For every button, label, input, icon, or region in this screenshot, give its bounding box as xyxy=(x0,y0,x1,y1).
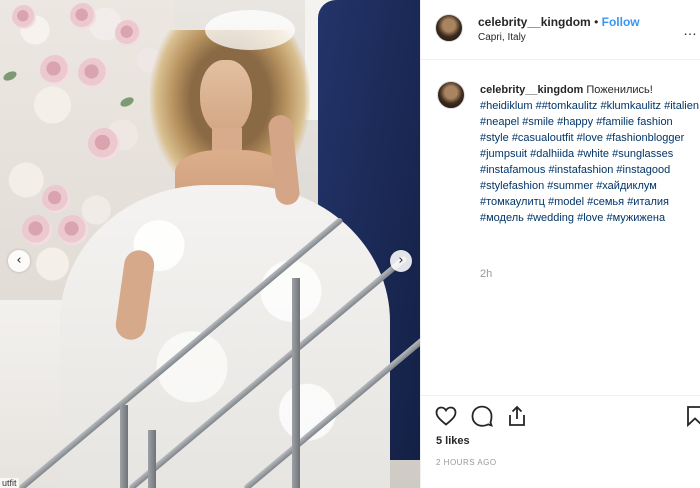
hashtag-link[interactable]: #мужижена xyxy=(606,212,665,224)
rose xyxy=(40,55,70,85)
leaf xyxy=(1,69,19,83)
username-link[interactable]: celebrity__kingdom xyxy=(478,15,591,29)
veil xyxy=(205,10,295,50)
hashtag-link[interactable]: fashion xyxy=(637,116,672,128)
hashtag-link[interactable]: #italien xyxy=(664,100,699,112)
hashtag-link[interactable]: #sunglasses xyxy=(612,148,673,160)
comment-icon[interactable] xyxy=(470,404,494,428)
location-link[interactable]: Capri, Italy xyxy=(478,32,526,43)
hashtag-link[interactable]: #модель xyxy=(480,212,524,224)
hashtag-link[interactable]: #fashionblogger xyxy=(606,132,684,144)
chevron-left-icon: ‹ xyxy=(16,253,22,268)
chevron-right-icon: › xyxy=(398,253,404,268)
hashtag-link[interactable]: #neapel xyxy=(480,116,519,128)
hashtag-link[interactable]: #style xyxy=(480,132,509,144)
post-age: 2 HOURS AGO xyxy=(436,458,497,467)
separator-dot: • xyxy=(594,15,599,29)
hashtag-link[interactable]: #happy xyxy=(557,116,593,128)
hashtag-link[interactable]: #хайдиклум xyxy=(596,180,657,192)
hashtag-link[interactable]: #instafashion xyxy=(549,164,614,176)
hashtag-list: #heidiklum ##tomkaulitz #klumkaulitz #it… xyxy=(480,100,699,224)
hashtag-link[interactable]: #stylefashion xyxy=(480,180,544,192)
rose xyxy=(42,185,70,213)
rose xyxy=(78,58,108,88)
follow-button[interactable]: Follow xyxy=(602,15,640,29)
cropped-text: utfit xyxy=(0,478,19,488)
rail-post xyxy=(148,430,156,488)
rose xyxy=(12,5,36,29)
post-header: celebrity__kingdom • Follow Capri, Italy… xyxy=(421,0,700,60)
hashtag-link[interactable]: #model xyxy=(548,196,584,208)
action-bar: 5 likes 2 HOURS AGO xyxy=(421,395,700,488)
rail-post xyxy=(292,278,300,488)
hashtag-link[interactable]: #love xyxy=(577,212,603,224)
bride-face xyxy=(200,60,252,135)
caption-text: celebrity__kingdom Поженились! #heidiklu… xyxy=(480,82,700,226)
avatar[interactable] xyxy=(435,14,463,42)
header-user-line: celebrity__kingdom • Follow xyxy=(478,15,640,29)
post-photo[interactable]: ‹ › utfit xyxy=(0,0,420,488)
hashtag-link[interactable]: #италия xyxy=(627,196,669,208)
leaf xyxy=(118,95,136,109)
hashtag-link[interactable]: #smile xyxy=(522,116,554,128)
hashtag-link[interactable]: #klumkaulitz xyxy=(600,100,661,112)
rose xyxy=(70,3,96,29)
hashtag-link[interactable]: #heidiklum xyxy=(480,100,533,112)
caption-username-link[interactable]: celebrity__kingdom xyxy=(480,84,583,96)
caption-message: Поженились! xyxy=(586,84,653,96)
hashtag-link[interactable]: #instagood xyxy=(616,164,670,176)
avatar[interactable] xyxy=(437,81,465,109)
hashtag-link[interactable]: #jumpsuit xyxy=(480,148,527,160)
hashtag-link[interactable]: ##tomkaulitz xyxy=(536,100,598,112)
next-photo-button[interactable]: › xyxy=(390,250,412,272)
hashtag-link[interactable]: #love xyxy=(577,132,603,144)
hashtag-link[interactable]: #instafamous xyxy=(480,164,545,176)
previous-photo-button[interactable]: ‹ xyxy=(8,250,30,272)
rose xyxy=(58,215,88,245)
rose xyxy=(22,215,52,245)
rose xyxy=(88,128,120,160)
caption-section: celebrity__kingdom Поженились! #heidiklu… xyxy=(421,60,700,390)
hashtag-link[interactable]: #summer xyxy=(547,180,593,192)
hashtag-link[interactable]: #dalhiida xyxy=(530,148,574,160)
hashtag-link[interactable]: #семья xyxy=(587,196,624,208)
hashtag-link[interactable]: #white xyxy=(577,148,609,160)
post-sidebar: celebrity__kingdom • Follow Capri, Italy… xyxy=(420,0,700,488)
ellipsis-icon[interactable]: … xyxy=(683,22,698,38)
hashtag-link[interactable]: #томкаулитц xyxy=(480,196,545,208)
rose xyxy=(115,20,141,46)
hashtag-link[interactable]: #familie xyxy=(596,116,634,128)
caption-timestamp[interactable]: 2h xyxy=(480,268,492,280)
share-icon[interactable] xyxy=(505,404,529,428)
wedding-dress xyxy=(60,185,390,488)
hashtag-link[interactable]: #wedding xyxy=(527,212,574,224)
likes-count[interactable]: 5 likes xyxy=(436,435,470,447)
heart-icon[interactable] xyxy=(434,404,458,428)
hashtag-link[interactable]: #casualoutfit xyxy=(512,132,574,144)
bookmark-icon[interactable] xyxy=(683,404,700,428)
rail-post xyxy=(120,405,128,488)
